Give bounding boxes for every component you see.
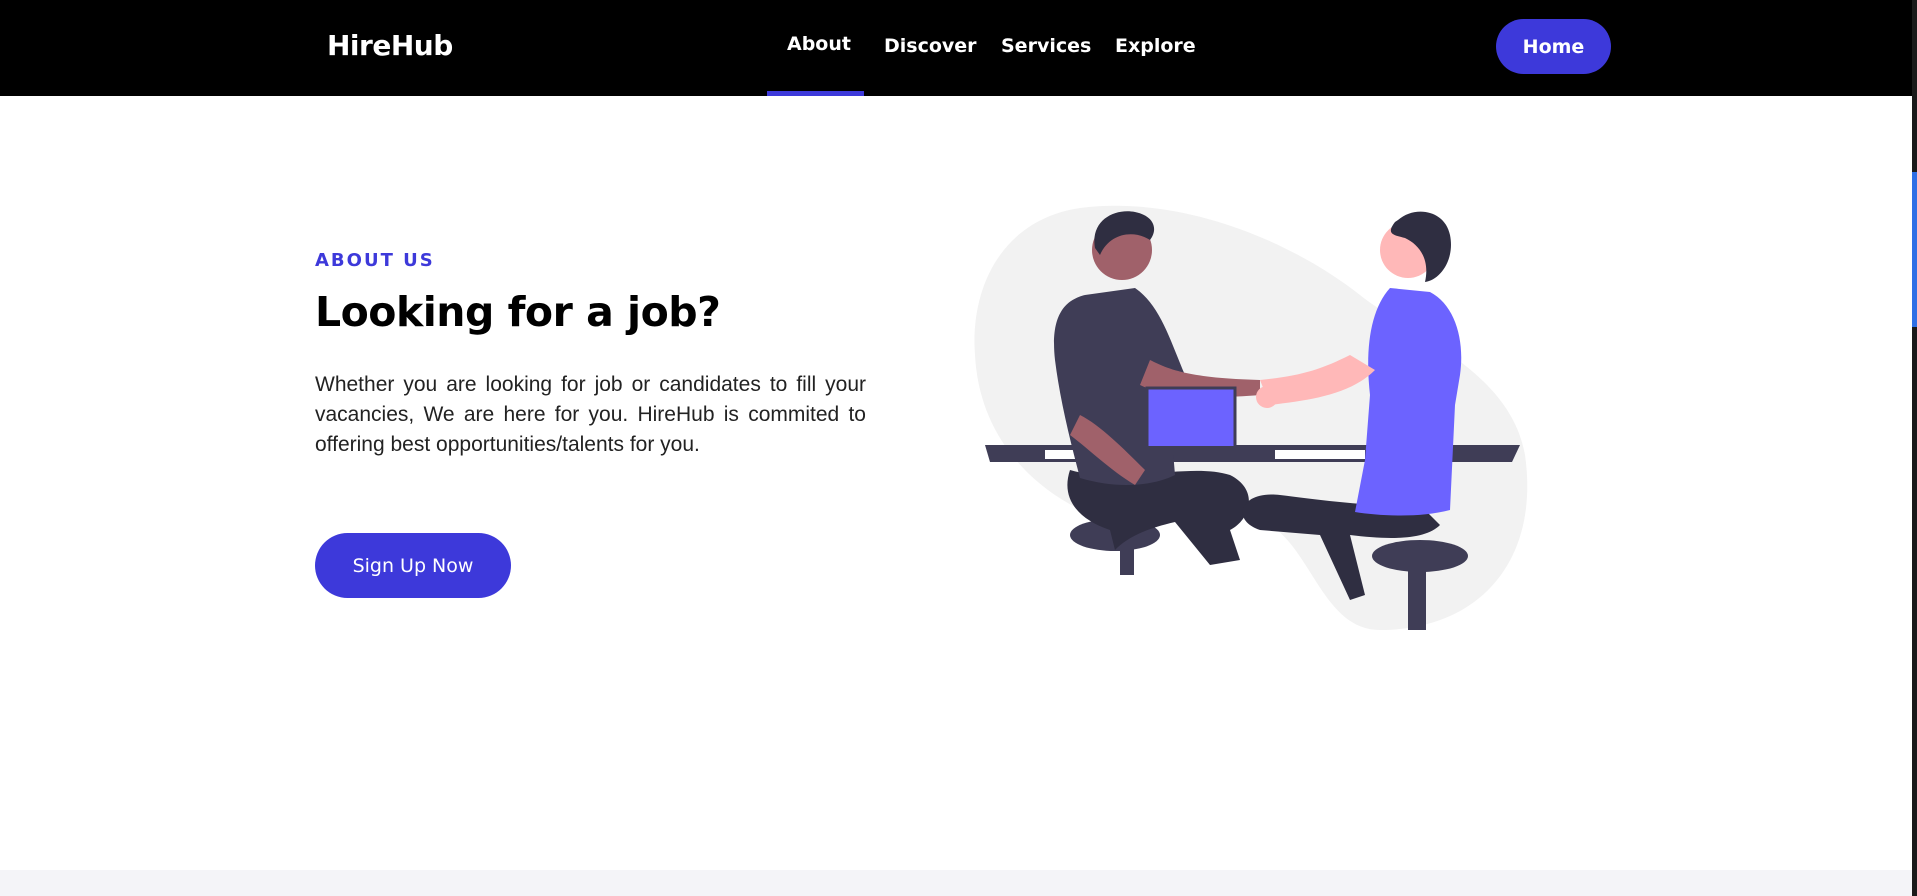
hero-description: Whether you are looking for job or candi… (315, 373, 866, 456)
laptop-screen (1145, 386, 1237, 450)
desk-drawer-right (1275, 450, 1365, 459)
right-person-hand (1256, 386, 1278, 408)
scrollbar-track[interactable] (1912, 0, 1917, 896)
footer-strip (0, 870, 1912, 896)
top-navbar: HireHub About Discover Services Explore … (0, 0, 1912, 96)
handshake-illustration (974, 205, 1528, 630)
left-person-legs (1067, 470, 1249, 565)
home-button[interactable]: Home (1496, 19, 1611, 74)
nav-services[interactable]: Services (1001, 35, 1091, 57)
left-stool-leg (1120, 545, 1134, 575)
scrollbar-thumb[interactable] (1912, 172, 1917, 327)
brand-logo[interactable]: HireHub (327, 29, 453, 62)
active-nav-indicator (767, 91, 864, 96)
section-eyebrow: ABOUT US (315, 250, 435, 271)
nav-discover[interactable]: Discover (884, 35, 977, 57)
right-stool-leg (1408, 562, 1426, 630)
laptop-base (1140, 446, 1240, 453)
hero-title: Looking for a job? (315, 288, 721, 336)
sign-up-button[interactable]: Sign Up Now (315, 533, 511, 598)
nav-explore[interactable]: Explore (1115, 35, 1196, 57)
nav-about[interactable]: About (787, 33, 851, 55)
